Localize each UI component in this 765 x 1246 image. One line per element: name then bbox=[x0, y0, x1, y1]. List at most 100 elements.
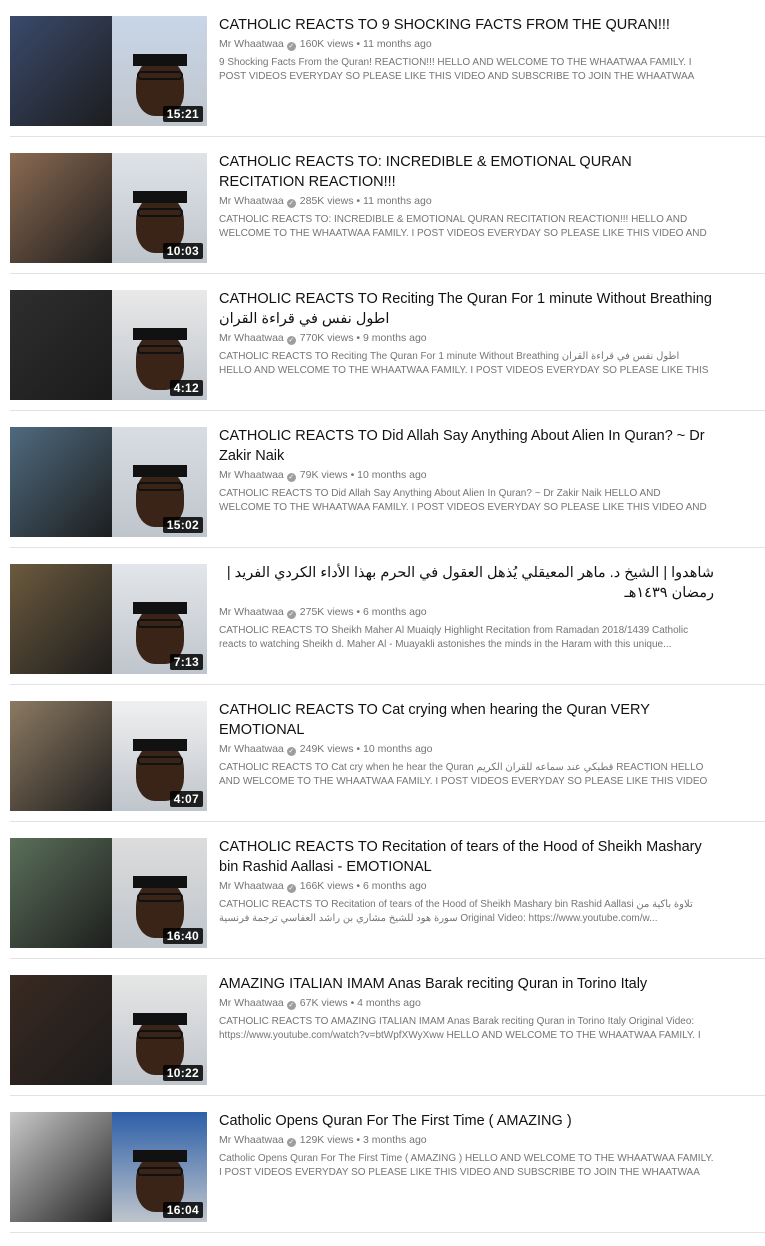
verified-check-icon: ✓ bbox=[286, 610, 296, 619]
reactor-glasses bbox=[136, 71, 183, 80]
video-info: Catholic Opens Quran For The First Time … bbox=[219, 1111, 714, 1180]
video-meta: Mr Whaatwaa ✓ 67K views • 4 months ago bbox=[219, 995, 714, 1011]
thumbnail-source-image bbox=[10, 564, 125, 674]
reactor-headband bbox=[132, 876, 187, 888]
reactor-glasses bbox=[136, 345, 183, 354]
thumbnail-source-image bbox=[10, 16, 125, 126]
channel-name[interactable]: Mr Whaatwaa bbox=[219, 997, 284, 1009]
thumbnail-source-image bbox=[10, 290, 125, 400]
verified-check-icon: ✓ bbox=[286, 473, 296, 482]
video-title[interactable]: CATHOLIC REACTS TO Recitation of tears o… bbox=[219, 837, 714, 877]
video-meta: Mr Whaatwaa ✓ 275K views • 6 months ago bbox=[219, 604, 714, 620]
thumbnail-source-image bbox=[10, 1112, 125, 1222]
video-item[interactable]: 15:02 CATHOLIC REACTS TO Did Allah Say An… bbox=[10, 411, 765, 548]
video-description: CATHOLIC REACTS TO Reciting The Quran Fo… bbox=[219, 351, 709, 376]
verified-check-icon: ✓ bbox=[286, 884, 296, 893]
video-description: Catholic Opens Quran For The First Time … bbox=[219, 1153, 714, 1178]
video-thumbnail[interactable]: 16:40 bbox=[10, 838, 207, 948]
thumbnail-source-image bbox=[10, 427, 125, 537]
video-item[interactable]: 16:40 CATHOLIC REACTS TO Recitation of te… bbox=[10, 822, 765, 959]
video-info: CATHOLIC REACTS TO Reciting The Quran Fo… bbox=[219, 289, 714, 378]
video-description: CATHOLIC REACTS TO Recitation of tears o… bbox=[219, 899, 693, 924]
reactor-headband bbox=[132, 465, 187, 477]
video-thumbnail[interactable]: 10:22 bbox=[10, 975, 207, 1085]
video-meta: Mr Whaatwaa ✓ 770K views • 9 months ago bbox=[219, 330, 714, 346]
video-info: CATHOLIC REACTS TO Recitation of tears o… bbox=[219, 837, 714, 926]
video-title[interactable]: CATHOLIC REACTS TO 9 SHOCKING FACTS FROM… bbox=[219, 15, 714, 35]
view-count: 770K views bbox=[299, 332, 354, 344]
view-count: 67K views bbox=[299, 997, 348, 1009]
view-count: 79K views bbox=[299, 469, 348, 481]
thumbnail-source-image bbox=[10, 701, 125, 811]
video-description: CATHOLIC REACTS TO AMAZING ITALIAN IMAM … bbox=[219, 1016, 701, 1041]
reactor-glasses bbox=[136, 619, 183, 628]
reactor-glasses bbox=[136, 756, 183, 765]
video-title[interactable]: Catholic Opens Quran For The First Time … bbox=[219, 1111, 714, 1131]
video-item[interactable]: 15:21 CATHOLIC REACTS TO 9 SHOCKING FACTS… bbox=[10, 0, 765, 137]
duration-badge: 7:13 bbox=[169, 654, 203, 670]
video-thumbnail[interactable]: 15:02 bbox=[10, 427, 207, 537]
video-item[interactable]: 7:13 شاهدوا | الشيخ د. ماهر المعيقلي يُذه… bbox=[10, 548, 765, 685]
video-results-list: 15:21 CATHOLIC REACTS TO 9 SHOCKING FACTS… bbox=[0, 0, 765, 1246]
video-title[interactable]: CATHOLIC REACTS TO Did Allah Say Anythin… bbox=[219, 426, 714, 466]
channel-name[interactable]: Mr Whaatwaa bbox=[219, 1134, 284, 1146]
video-description: 9 Shocking Facts From the Quran! REACTIO… bbox=[219, 57, 694, 82]
video-meta: Mr Whaatwaa ✓ 129K views • 3 months ago bbox=[219, 1132, 714, 1148]
video-thumbnail[interactable]: 16:04 bbox=[10, 1112, 207, 1222]
video-info: CATHOLIC REACTS TO Cat crying when heari… bbox=[219, 700, 714, 789]
video-item[interactable]: 10:22 AMAZING ITALIAN IMAM Anas Barak rec… bbox=[10, 959, 765, 1096]
channel-name[interactable]: Mr Whaatwaa bbox=[219, 195, 284, 207]
video-thumbnail[interactable]: 7:13 bbox=[10, 564, 207, 674]
video-title[interactable]: شاهدوا | الشيخ د. ماهر المعيقلي يُذهل ال… bbox=[219, 563, 714, 603]
channel-name[interactable]: Mr Whaatwaa bbox=[219, 469, 284, 481]
video-thumbnail[interactable]: 4:12 bbox=[10, 290, 207, 400]
channel-name[interactable]: Mr Whaatwaa bbox=[219, 332, 284, 344]
view-count: 275K views bbox=[299, 606, 354, 618]
view-count: 166K views bbox=[299, 880, 354, 892]
channel-name[interactable]: Mr Whaatwaa bbox=[219, 606, 284, 618]
upload-age: 3 months ago bbox=[363, 1134, 427, 1146]
thumbnail-source-image bbox=[10, 975, 125, 1085]
upload-age: 6 months ago bbox=[363, 880, 427, 892]
reactor-headband bbox=[132, 1013, 187, 1025]
verified-check-icon: ✓ bbox=[286, 42, 296, 51]
meta-separator: • bbox=[350, 469, 355, 481]
video-description: CATHOLIC REACTS TO: INCREDIBLE & EMOTION… bbox=[219, 214, 707, 239]
meta-separator: • bbox=[356, 743, 361, 755]
video-meta: Mr Whaatwaa ✓ 166K views • 6 months ago bbox=[219, 878, 714, 894]
video-title[interactable]: CATHOLIC REACTS TO Reciting The Quran Fo… bbox=[219, 289, 714, 329]
video-meta: Mr Whaatwaa ✓ 160K views • 11 months ago bbox=[219, 36, 714, 52]
video-meta: Mr Whaatwaa ✓ 285K views • 11 months ago bbox=[219, 193, 714, 209]
video-meta: Mr Whaatwaa ✓ 249K views • 10 months ago bbox=[219, 741, 714, 757]
video-thumbnail[interactable]: 4:07 bbox=[10, 701, 207, 811]
reactor-glasses bbox=[136, 1030, 183, 1039]
meta-separator: • bbox=[356, 1134, 361, 1146]
channel-name[interactable]: Mr Whaatwaa bbox=[219, 880, 284, 892]
verified-check-icon: ✓ bbox=[286, 1001, 296, 1010]
video-item[interactable]: 4:12 CATHOLIC REACTS TO Reciting The Qura… bbox=[10, 274, 765, 411]
reactor-headband bbox=[132, 54, 187, 66]
view-count: 285K views bbox=[299, 195, 354, 207]
video-info: CATHOLIC REACTS TO 9 SHOCKING FACTS FROM… bbox=[219, 15, 714, 84]
video-title[interactable]: CATHOLIC REACTS TO: INCREDIBLE & EMOTION… bbox=[219, 152, 714, 192]
channel-name[interactable]: Mr Whaatwaa bbox=[219, 743, 284, 755]
channel-name[interactable]: Mr Whaatwaa bbox=[219, 38, 284, 50]
reactor-glasses bbox=[136, 1167, 183, 1176]
verified-check-icon: ✓ bbox=[286, 747, 296, 756]
thumbnail-source-image bbox=[10, 838, 125, 948]
reactor-headband bbox=[132, 739, 187, 751]
video-title[interactable]: AMAZING ITALIAN IMAM Anas Barak reciting… bbox=[219, 974, 714, 994]
video-thumbnail[interactable]: 15:21 bbox=[10, 16, 207, 126]
video-item[interactable]: 10:03 CATHOLIC REACTS TO: INCREDIBLE & EM… bbox=[10, 137, 765, 274]
video-thumbnail[interactable]: 10:03 bbox=[10, 153, 207, 263]
video-item[interactable]: 4:07 CATHOLIC REACTS TO Cat crying when h… bbox=[10, 685, 765, 822]
verified-check-icon: ✓ bbox=[286, 1138, 296, 1147]
video-item[interactable]: 16:04 Catholic Opens Quran For The First … bbox=[10, 1096, 765, 1233]
video-description: CATHOLIC REACTS TO Cat cry when he hear … bbox=[219, 762, 708, 787]
video-title[interactable]: CATHOLIC REACTS TO Cat crying when heari… bbox=[219, 700, 714, 740]
video-info: CATHOLIC REACTS TO Did Allah Say Anythin… bbox=[219, 426, 714, 515]
video-meta: Mr Whaatwaa ✓ 79K views • 10 months ago bbox=[219, 467, 714, 483]
reactor-glasses bbox=[136, 893, 183, 902]
meta-separator: • bbox=[356, 606, 361, 618]
upload-age: 11 months ago bbox=[363, 38, 432, 50]
